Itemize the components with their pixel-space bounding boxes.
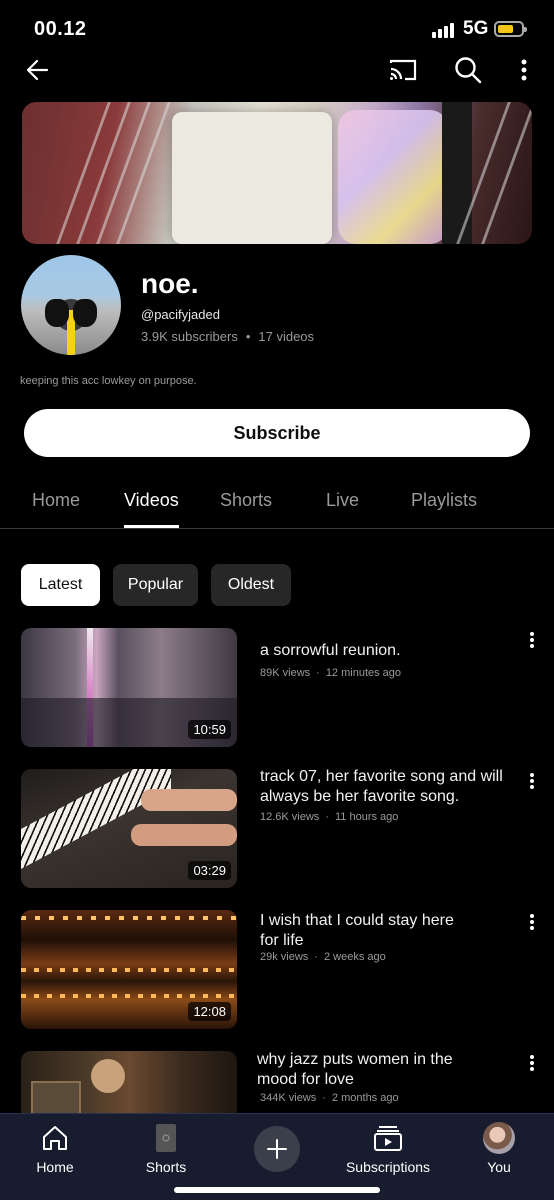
video-more-icon[interactable]	[522, 1051, 542, 1075]
video-meta: 12.6K views · 11 hours ago	[260, 811, 399, 823]
video-list-item[interactable]: 10:59 a sorrowful reunion. 89K views · 12 …	[0, 628, 554, 750]
active-tab-indicator	[124, 525, 179, 528]
status-time: 00.12	[34, 18, 87, 40]
video-duration: 12:08	[188, 1002, 231, 1021]
chip-latest[interactable]: Latest	[21, 564, 100, 606]
profile-avatar-icon	[483, 1122, 515, 1154]
video-age: 2 weeks ago	[323, 951, 386, 963]
video-age: 12 minutes ago	[325, 667, 402, 679]
shorts-icon	[150, 1122, 182, 1154]
nav-shorts-label: Shorts	[145, 1159, 187, 1175]
channel-avatar[interactable]	[21, 255, 121, 355]
video-meta: 29k views · 2 weeks ago	[260, 951, 386, 963]
video-list-item[interactable]: 12:08 I wish that I could stay here for …	[0, 910, 554, 1032]
video-title[interactable]: why jazz puts women in the mood for love	[257, 1050, 487, 1090]
video-age: 2 months ago	[331, 1092, 399, 1104]
video-meta: 344K views · 2 months ago	[260, 1092, 399, 1104]
home-indicator[interactable]	[174, 1187, 380, 1193]
video-meta: 89K views · 12 minutes ago	[260, 667, 402, 679]
nav-you[interactable]: You	[444, 1114, 554, 1184]
nav-subscriptions[interactable]: Subscriptions	[333, 1114, 443, 1184]
video-duration: 03:29	[188, 861, 231, 880]
video-thumbnail[interactable]: 03:29	[21, 769, 237, 888]
back-arrow-icon[interactable]	[20, 52, 56, 88]
status-bar: 00.12 5G	[0, 0, 554, 56]
chip-popular[interactable]: Popular	[113, 564, 198, 606]
channel-description[interactable]: keeping this acc lowkey on purpose.	[20, 375, 197, 387]
tab-live[interactable]: Live	[326, 490, 359, 511]
tab-videos[interactable]: Videos	[124, 490, 179, 511]
video-title[interactable]: I wish that I could stay here for life	[260, 911, 475, 951]
create-plus-icon[interactable]	[254, 1126, 300, 1172]
video-views: 12.6K views	[260, 811, 320, 823]
video-views: 29k views	[260, 951, 309, 963]
nav-home-label: Home	[36, 1159, 74, 1175]
video-count: 17 videos	[258, 329, 315, 344]
channel-name: noe.	[141, 268, 199, 299]
nav-shorts[interactable]: Shorts	[111, 1114, 221, 1184]
tab-playlists[interactable]: Playlists	[411, 490, 477, 511]
video-list-item[interactable]: 03:29 track 07, her favorite song and wi…	[0, 767, 554, 891]
more-options-icon[interactable]	[506, 52, 542, 88]
video-views: 89K views	[260, 667, 311, 679]
search-icon[interactable]	[450, 52, 486, 88]
video-thumbnail[interactable]: 10:59	[21, 628, 237, 747]
video-more-icon[interactable]	[522, 628, 542, 652]
subscriptions-icon	[372, 1122, 404, 1154]
battery-icon	[494, 21, 527, 37]
tab-home[interactable]: Home	[32, 490, 80, 511]
nav-home[interactable]: Home	[0, 1114, 110, 1184]
video-title[interactable]: a sorrowful reunion.	[260, 641, 522, 661]
video-more-icon[interactable]	[522, 769, 542, 793]
network-type: 5G	[463, 18, 489, 39]
top-action-bar	[0, 52, 554, 88]
signal-icon	[432, 22, 460, 38]
video-title[interactable]: track 07, her favorite song and will alw…	[260, 767, 522, 807]
channel-stats: 3.9K subscribers • 17 videos	[141, 329, 315, 344]
video-age: 11 hours ago	[334, 811, 399, 823]
cast-icon[interactable]	[385, 52, 421, 88]
video-views: 344K views	[260, 1092, 317, 1104]
tab-shorts[interactable]: Shorts	[220, 490, 272, 511]
subscriber-count: 3.9K subscribers	[141, 329, 238, 344]
nav-you-label: You	[487, 1159, 511, 1175]
home-icon	[39, 1122, 71, 1154]
video-duration: 10:59	[188, 720, 231, 739]
channel-handle: @pacifyjaded	[141, 307, 220, 322]
video-more-icon[interactable]	[522, 910, 542, 934]
channel-tabs: Home Videos Shorts Live Playlists	[0, 480, 554, 529]
subscribe-button[interactable]: Subscribe	[24, 409, 530, 457]
video-thumbnail[interactable]: 12:08	[21, 910, 237, 1029]
nav-subscriptions-label: Subscriptions	[345, 1159, 431, 1175]
channel-banner	[22, 102, 532, 244]
chip-oldest[interactable]: Oldest	[211, 564, 291, 606]
